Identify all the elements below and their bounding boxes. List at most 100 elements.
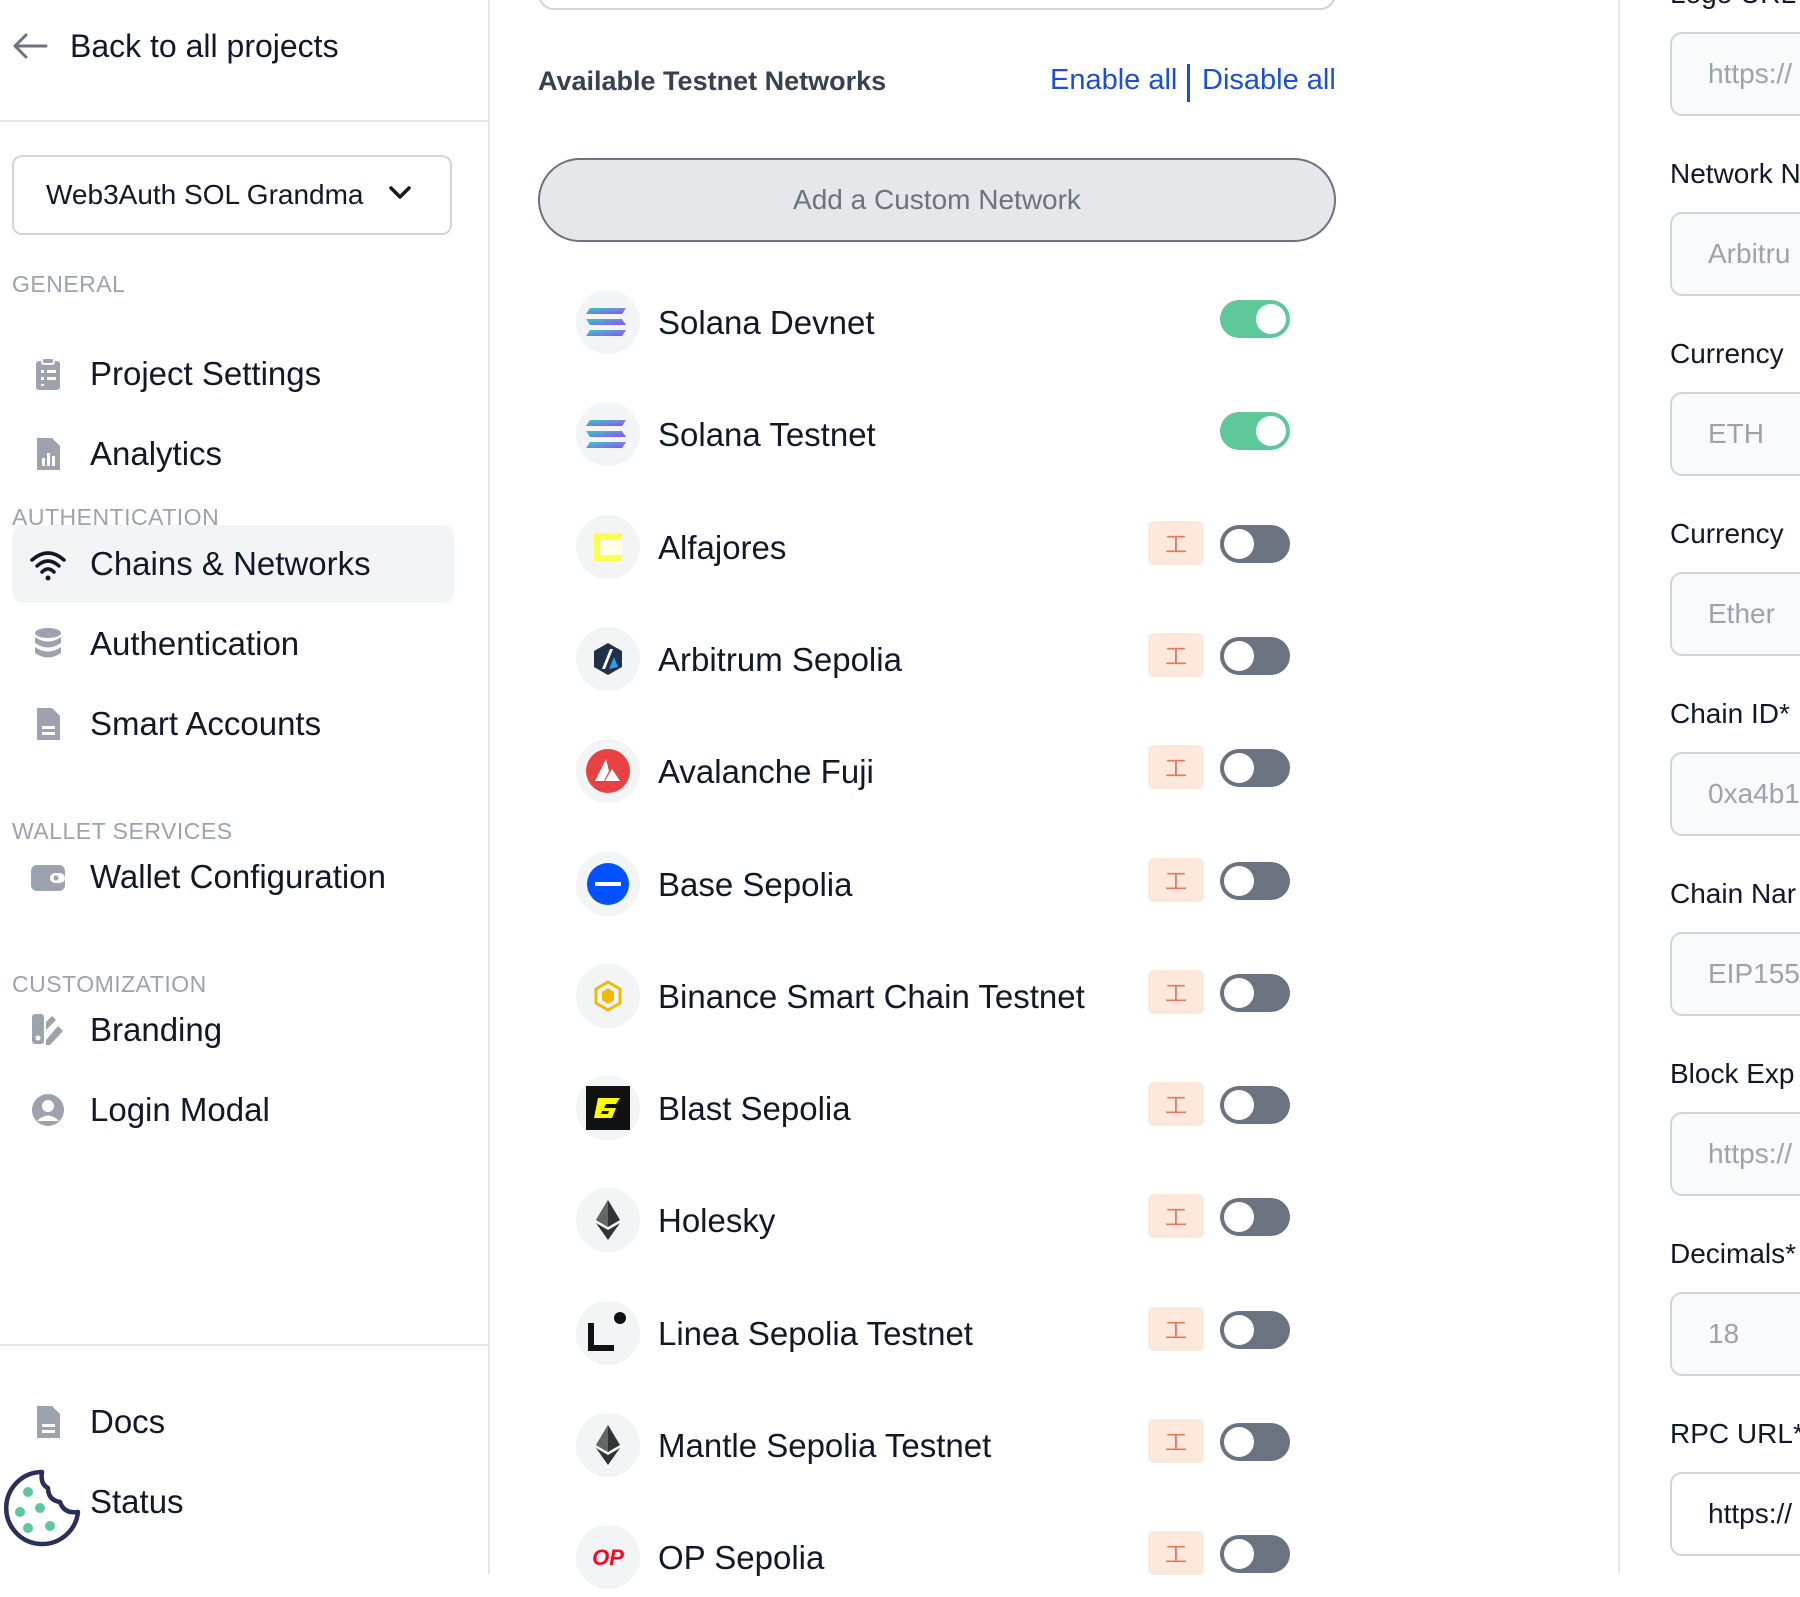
sidebar-item-smart-accounts[interactable]: Smart Accounts bbox=[12, 685, 454, 763]
currency-name-input[interactable]: Ether bbox=[1670, 572, 1800, 656]
toggle-knob bbox=[1224, 1539, 1254, 1569]
network-toggle[interactable] bbox=[1220, 749, 1290, 787]
network-name: OP Sepolia bbox=[658, 1539, 825, 1576]
testnet-badge: 工 bbox=[1148, 1419, 1204, 1463]
network-name: Holesky bbox=[658, 1202, 776, 1239]
toggle-knob bbox=[1224, 1202, 1254, 1232]
back-to-projects-link[interactable]: Back to all projects bbox=[12, 22, 339, 70]
network-name-label: Network N bbox=[1670, 158, 1800, 189]
cookie-icon[interactable] bbox=[2, 1468, 82, 1548]
block-explorer-label: Block Exp bbox=[1670, 1058, 1795, 1089]
network-toggle[interactable] bbox=[1220, 525, 1290, 563]
block-explorer-input[interactable]: https:// bbox=[1670, 1112, 1800, 1196]
toggle-knob bbox=[1224, 978, 1254, 1008]
wifi-icon bbox=[30, 551, 66, 581]
sidebar-item-label: Docs bbox=[90, 1403, 166, 1440]
network-toggle[interactable] bbox=[1220, 1423, 1290, 1461]
network-name: Alfajores bbox=[658, 529, 787, 566]
network-toggle[interactable] bbox=[1220, 300, 1290, 338]
sidebar-item-label: Status bbox=[90, 1483, 184, 1520]
network-toggle[interactable] bbox=[1220, 412, 1290, 450]
clipboard-icon bbox=[36, 357, 60, 390]
linea-icon bbox=[576, 1301, 640, 1365]
arrow-left-icon bbox=[13, 33, 48, 59]
network-name: Arbitrum Sepolia bbox=[658, 641, 902, 678]
sidebar-item-label: Authentication bbox=[90, 625, 300, 662]
chain-id-input[interactable]: 0xa4b1 bbox=[1670, 752, 1800, 836]
ethereum-icon bbox=[576, 1188, 640, 1252]
chain-namespace-label: Chain Nar bbox=[1670, 878, 1797, 909]
avalanche-icon bbox=[576, 739, 640, 803]
toggle-knob bbox=[1224, 1315, 1254, 1345]
network-toggle[interactable] bbox=[1220, 1198, 1290, 1236]
network-name: Solana Testnet bbox=[658, 416, 876, 453]
network-row: Arbitrum Sepolia 工 bbox=[576, 619, 1336, 699]
currency-symbol-label: Currency bbox=[1670, 338, 1784, 369]
network-row: Solana Testnet bbox=[576, 394, 1336, 474]
user-circle-icon bbox=[32, 1094, 64, 1126]
network-toggle[interactable] bbox=[1220, 1535, 1290, 1573]
brush-icon bbox=[32, 1014, 63, 1045]
currency-symbol-input[interactable]: ETH bbox=[1670, 392, 1800, 476]
enable-all-link[interactable]: Enable all bbox=[1050, 64, 1177, 97]
bnb-icon bbox=[576, 964, 640, 1028]
network-row: Mantle Sepolia Testnet 工 bbox=[576, 1405, 1336, 1485]
network-name: Solana Devnet bbox=[658, 304, 875, 341]
disable-all-link[interactable]: Disable all bbox=[1202, 64, 1336, 97]
network-name-input[interactable]: Arbitru bbox=[1670, 212, 1800, 296]
currency-name-label: Currency bbox=[1670, 518, 1784, 549]
sidebar-item-project-settings[interactable]: Project Settings bbox=[12, 335, 454, 413]
link-separator bbox=[1187, 64, 1190, 102]
network-name: Linea Sepolia Testnet bbox=[658, 1315, 973, 1352]
network-name: Binance Smart Chain Testnet bbox=[658, 978, 1085, 1015]
network-row: Blast Sepolia 工 bbox=[576, 1068, 1336, 1148]
sidebar-item-docs[interactable]: Docs bbox=[12, 1383, 454, 1461]
network-toggle[interactable] bbox=[1220, 637, 1290, 675]
custom-network-form: Logo URL https:// Network N Arbitru Curr… bbox=[1620, 0, 1800, 1574]
sidebar-item-label: Analytics bbox=[90, 435, 223, 472]
sidebar-item-chains-networks[interactable]: Chains & Networks bbox=[12, 525, 454, 603]
testnet-badge: 工 bbox=[1148, 1531, 1204, 1575]
decimals-input[interactable]: 18 bbox=[1670, 1292, 1800, 1376]
toggle-knob bbox=[1224, 866, 1254, 896]
sidebar-item-branding[interactable]: Branding bbox=[12, 991, 454, 1069]
sidebar-item-label: Login Modal bbox=[90, 1091, 270, 1128]
rpc-url-input[interactable]: https:// bbox=[1670, 1472, 1800, 1556]
chain-namespace-select[interactable]: EIP155 bbox=[1670, 932, 1800, 1016]
toggle-knob bbox=[1256, 304, 1286, 334]
toggle-knob bbox=[1224, 1090, 1254, 1120]
sidebar-item-wallet-configuration[interactable]: Wallet Configuration bbox=[12, 838, 454, 916]
network-row: Avalanche Fuji 工 bbox=[576, 731, 1336, 811]
network-toggle[interactable] bbox=[1220, 862, 1290, 900]
networks-panel: Available Testnet Networks Enable all Di… bbox=[490, 0, 1620, 1589]
optimism-logo-text: OP bbox=[592, 1545, 624, 1570]
network-toggle[interactable] bbox=[1220, 1311, 1290, 1349]
testnet-badge: 工 bbox=[1148, 970, 1204, 1014]
sidebar-item-analytics[interactable]: Analytics bbox=[12, 415, 454, 493]
add-custom-network-button[interactable]: Add a Custom Network bbox=[538, 158, 1336, 242]
search-field[interactable] bbox=[538, 0, 1336, 10]
decimals-label: Decimals* bbox=[1670, 1238, 1797, 1269]
sidebar-item-label: Branding bbox=[90, 1011, 223, 1048]
network-row: Linea Sepolia Testnet 工 bbox=[576, 1293, 1336, 1373]
network-toggle[interactable] bbox=[1220, 1086, 1290, 1124]
back-link-label: Back to all projects bbox=[70, 27, 339, 64]
network-name: Avalanche Fuji bbox=[658, 753, 874, 790]
toggle-knob bbox=[1224, 529, 1254, 559]
optimism-icon: OP bbox=[576, 1525, 640, 1589]
logo-url-input[interactable]: https:// bbox=[1670, 32, 1800, 116]
analytics-document-icon bbox=[37, 438, 60, 470]
project-select[interactable]: Web3Auth SOL Grandma bbox=[12, 155, 452, 235]
toggle-knob bbox=[1224, 753, 1254, 783]
mantle-icon bbox=[576, 1413, 640, 1477]
sidebar-item-label: Wallet Configuration bbox=[90, 858, 386, 895]
celo-icon bbox=[576, 515, 640, 579]
sidebar-item-login-modal[interactable]: Login Modal bbox=[12, 1071, 454, 1149]
sidebar-item-authentication[interactable]: Authentication bbox=[12, 605, 454, 683]
network-toggle[interactable] bbox=[1220, 974, 1290, 1012]
logo-url-label: Logo URL bbox=[1670, 0, 1796, 10]
solana-icon bbox=[576, 290, 640, 354]
sidebar-divider bbox=[0, 1344, 488, 1346]
sidebar-nav[interactable]: GENERAL Project Settings Analytics AUTHE… bbox=[0, 260, 488, 1272]
section-general: GENERAL bbox=[12, 271, 126, 297]
